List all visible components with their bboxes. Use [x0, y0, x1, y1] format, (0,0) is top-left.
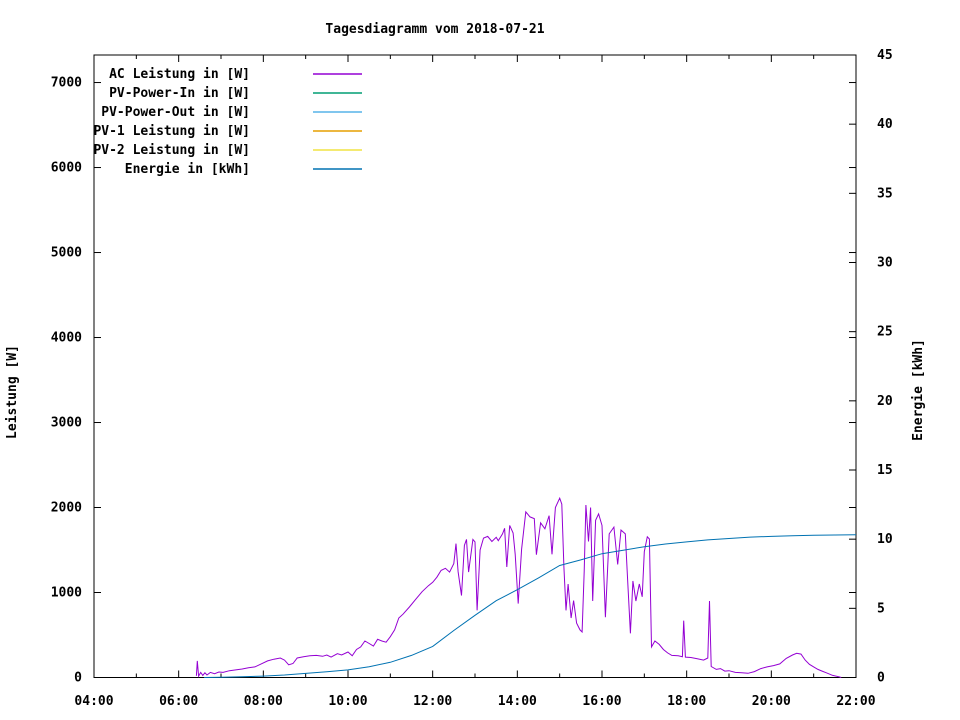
y-right-tick-label: 35 — [877, 186, 893, 201]
plot-area: Tagesdiagramm vom 2018-07-21 Leistung [W… — [0, 0, 960, 720]
legend-label: PV-1 Leistung in [W] — [93, 124, 250, 139]
x-tick-label: 14:00 — [498, 694, 537, 709]
x-tick-label: 08:00 — [244, 694, 283, 709]
y-right-tick-label: 15 — [877, 463, 893, 478]
x-tick-label: 18:00 — [667, 694, 706, 709]
y-left-tick-label: 3000 — [51, 416, 82, 431]
x-tick-label: 04:00 — [74, 694, 113, 709]
series-energie-in-kwh — [204, 535, 856, 678]
x-tick-label: 20:00 — [752, 694, 791, 709]
series-ac-leistung-in-w — [196, 498, 841, 677]
y-right-tick-label: 45 — [877, 48, 893, 63]
plot-render-root: 04:00 06:00 08:00 10:00 12:00 14:00 16:00 18:00… — [51, 48, 893, 709]
y-left-tick-label: 4000 — [51, 331, 82, 346]
legend-label: Energie in [kWh] — [125, 162, 250, 177]
x-tick-label: 10:00 — [328, 694, 367, 709]
x-tick-label: 22:00 — [836, 694, 875, 709]
y-left-tick-label: 5000 — [51, 246, 82, 261]
y-right-tick-label: 20 — [877, 394, 893, 409]
y-right-tick-label: 25 — [877, 325, 893, 340]
legend-label: PV-Power-Out in [W] — [101, 105, 250, 120]
y-left-tick-label: 6000 — [51, 161, 82, 176]
x-tick-label: 16:00 — [582, 694, 621, 709]
y-axis-label-left: Leistung [W] — [5, 345, 20, 439]
legend-label: PV-Power-In in [W] — [109, 86, 250, 101]
x-tick-label: 12:00 — [413, 694, 452, 709]
y-right-tick-label: 0 — [877, 671, 885, 686]
y-right-tick-label: 10 — [877, 532, 893, 547]
y-left-tick-label: 2000 — [51, 501, 82, 516]
y-left-tick-label: 1000 — [51, 586, 82, 601]
chart-title: Tagesdiagramm vom 2018-07-21 — [325, 22, 544, 37]
y-right-tick-label: 30 — [877, 256, 893, 271]
y-left-tick-label: 0 — [74, 671, 82, 686]
y-axis-label-right: Energie [kWh] — [911, 339, 926, 441]
y-right-tick-label: 40 — [877, 117, 893, 132]
x-tick-label: 06:00 — [159, 694, 198, 709]
legend-label: PV-2 Leistung in [W] — [93, 143, 250, 158]
y-right-tick-label: 5 — [877, 601, 885, 616]
tagesdiagramm-chart: Tagesdiagramm vom 2018-07-21 Leistung [W… — [0, 0, 960, 720]
y-left-tick-label: 7000 — [51, 76, 82, 91]
legend-label: AC Leistung in [W] — [109, 67, 250, 82]
